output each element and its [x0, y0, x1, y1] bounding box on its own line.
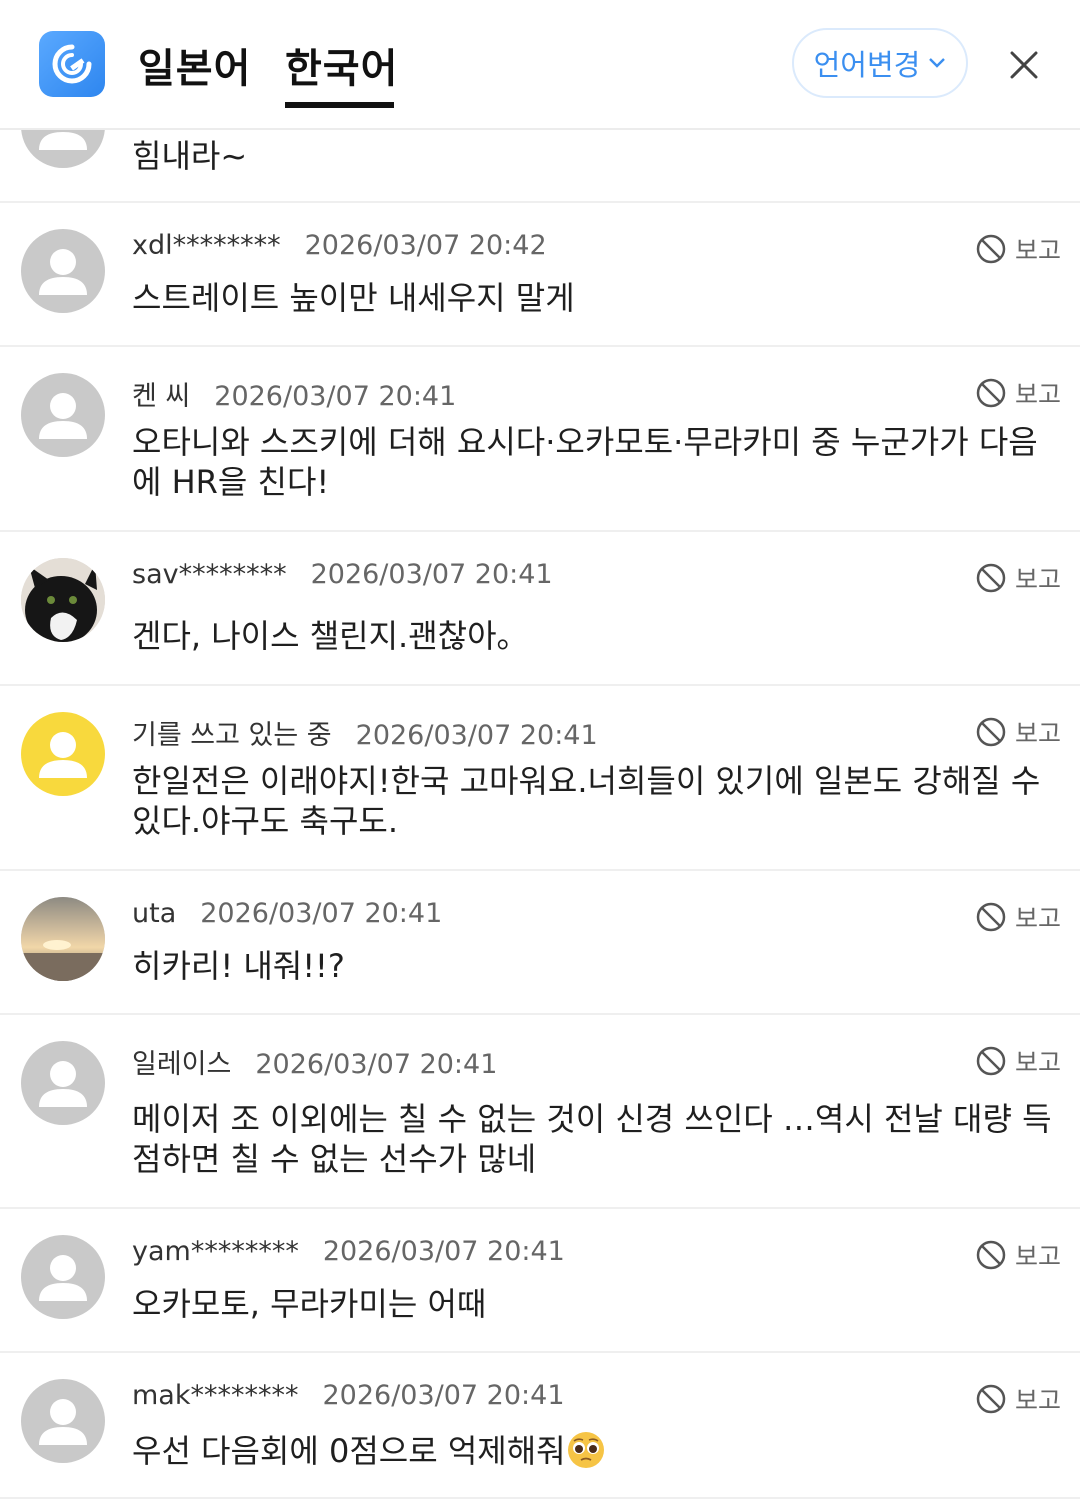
comment-text: 힘내라~	[132, 137, 248, 175]
report-label: 보고	[1015, 904, 1062, 933]
comment-meta: sav******** 2026/03/07 20:41	[132, 559, 553, 590]
top-bar: 일본어 한국어 언어변경	[0, 0, 1080, 130]
avatar-sunset-photo	[21, 897, 105, 981]
app-logo-icon	[39, 31, 105, 97]
comment-row: yam******** 2026/03/07 20:41 보고 오카모토, 무라카…	[0, 1209, 1080, 1353]
comment-row: mak******** 2026/03/07 20:41 보고 우선 다음회에 0…	[0, 1353, 1080, 1499]
comment-meta: mak******** 2026/03/07 20:41	[132, 1380, 565, 1411]
tab-korean[interactable]: 한국어	[285, 36, 398, 94]
username: 일레이스	[132, 1049, 232, 1080]
report-button[interactable]: 보고	[975, 560, 1061, 596]
report-label: 보고	[1015, 236, 1062, 265]
comment-meta: yam******** 2026/03/07 20:41	[132, 1236, 565, 1267]
report-button[interactable]: 보고	[975, 1043, 1061, 1079]
timestamp: 2026/03/07 20:42	[304, 230, 547, 261]
report-button[interactable]: 보고	[975, 1237, 1061, 1273]
report-button[interactable]: 보고	[975, 375, 1061, 411]
avatar	[21, 1235, 105, 1319]
timestamp: 2026/03/07 20:41	[255, 1049, 498, 1080]
username: 켄 씨	[132, 381, 191, 412]
comment-row: 기를 쓰고 있는 중 2026/03/07 20:41 보고 한일전은 이래야지!…	[0, 686, 1080, 871]
timestamp: 2026/03/07 20:41	[322, 1380, 565, 1411]
avatar-cat-photo	[21, 558, 105, 642]
comment-text-container: 우선 다음회에 0점으로 억제해줘	[132, 1430, 1057, 1471]
username: mak********	[132, 1380, 299, 1411]
report-button[interactable]: 보고	[975, 231, 1061, 267]
chevron-down-icon	[929, 58, 946, 68]
comment-row: 일레이스 2026/03/07 20:41 보고 메이저 조 이외에는 칠 수 없…	[0, 1015, 1080, 1209]
avatar	[21, 229, 105, 313]
comment-text: 오카모토, 무라카미는 어때	[132, 1285, 487, 1323]
timestamp: 2026/03/07 20:41	[322, 1236, 565, 1267]
comment-meta: 켄 씨 2026/03/07 20:41	[132, 374, 456, 413]
timestamp: 2026/03/07 20:41	[214, 381, 457, 412]
comment-row: xdl******** 2026/03/07 20:42 보고 스트레이트 높이만…	[0, 203, 1080, 347]
avatar	[21, 712, 105, 796]
report-button[interactable]: 보고	[975, 899, 1061, 935]
comment-row-partial: 힘내라~	[0, 84, 1080, 203]
report-button[interactable]: 보고	[975, 714, 1061, 750]
username: xdl********	[132, 230, 281, 261]
change-language-label: 언어변경	[813, 48, 921, 82]
comment-text: 한일전은 이래야지!한국 고마워요.너희들이 있기에 일본도 강해질 수 있다.…	[132, 762, 1041, 840]
block-icon	[976, 378, 1006, 408]
timestamp: 2026/03/07 20:41	[310, 559, 553, 590]
tab-japanese[interactable]: 일본어	[138, 36, 251, 94]
username: yam********	[132, 1236, 299, 1267]
comment-meta: uta 2026/03/07 20:41	[132, 898, 442, 929]
avatar	[21, 1379, 105, 1463]
comment-meta: 일레이스 2026/03/07 20:41	[132, 1042, 497, 1081]
block-icon	[976, 717, 1006, 747]
comment-meta: 기를 쓰고 있는 중 2026/03/07 20:41	[132, 713, 598, 752]
report-label: 보고	[1015, 1386, 1062, 1415]
avatar	[21, 373, 105, 457]
comment-text: 메이저 조 이외에는 칠 수 없는 것이 신경 쓰인다 …역시 전날 대량 득점…	[132, 1100, 1052, 1178]
block-icon	[976, 1240, 1006, 1270]
close-icon[interactable]	[1000, 41, 1048, 89]
report-label: 보고	[1015, 565, 1062, 594]
report-button[interactable]: 보고	[975, 1381, 1061, 1417]
pleading-face-emoji	[567, 1432, 604, 1468]
timestamp: 2026/03/07 20:41	[355, 720, 598, 751]
active-tab-indicator	[285, 102, 394, 108]
block-icon	[976, 563, 1006, 593]
block-icon	[976, 234, 1006, 264]
username: sav********	[132, 559, 287, 590]
comment-meta: xdl******** 2026/03/07 20:42	[132, 230, 547, 261]
report-label: 보고	[1015, 380, 1062, 409]
block-icon	[976, 902, 1006, 932]
comment-text: 우선 다음회에 0점으로 억제해줘	[132, 1432, 566, 1470]
comment-row: 켄 씨 2026/03/07 20:41 보고 오타니와 스즈키에 더해 요시다·…	[0, 347, 1080, 532]
username: uta	[132, 898, 177, 929]
comment-text: 겐다, 나이스 챌린지.괜찮아。	[132, 617, 529, 655]
block-icon	[976, 1384, 1006, 1414]
comment-text: 스트레이트 높이만 내세우지 말게	[132, 279, 575, 317]
comment-row: uta 2026/03/07 20:41 보고 히카리! 내줘!!?	[0, 871, 1080, 1015]
comment-text: 히카리! 내줘!!?	[132, 947, 345, 985]
report-label: 보고	[1015, 719, 1062, 748]
change-language-button[interactable]: 언어변경	[792, 28, 968, 98]
username: 기를 쓰고 있는 중	[132, 720, 332, 751]
comment-row: sav******** 2026/03/07 20:41 보고 겐다, 나이스 챌…	[0, 532, 1080, 686]
report-label: 보고	[1015, 1242, 1062, 1271]
timestamp: 2026/03/07 20:41	[200, 898, 443, 929]
block-icon	[976, 1046, 1006, 1076]
avatar	[21, 1041, 105, 1125]
comment-text: 오타니와 스즈키에 더해 요시다·오카모토·무라카미 중 누군가가 다음에 HR…	[132, 423, 1038, 501]
report-label: 보고	[1015, 1048, 1062, 1077]
